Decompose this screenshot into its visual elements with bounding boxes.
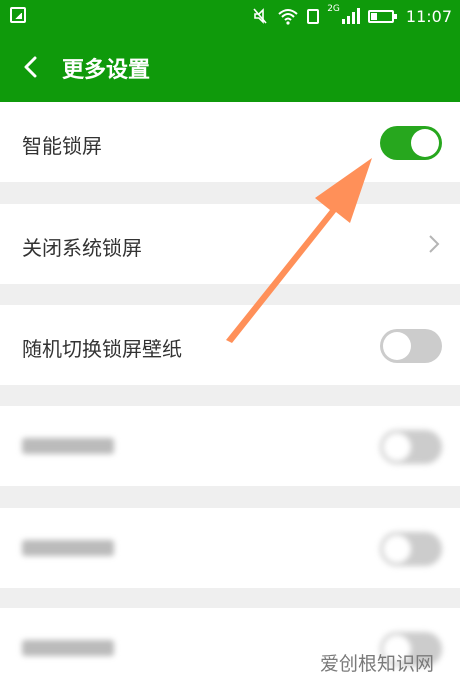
setting-label: 随机切换锁屏壁纸: [22, 337, 182, 361]
setting-row-close-system-lock[interactable]: 关闭系统锁屏: [0, 204, 460, 284]
app-bar: 更多设置: [0, 32, 460, 102]
blurred-label: [22, 640, 114, 656]
blurred-toggle[interactable]: [380, 532, 442, 566]
setting-row-random-wallpaper[interactable]: 随机切换锁屏壁纸: [0, 305, 460, 385]
status-time: 11:07: [405, 6, 452, 26]
setting-label: 智能锁屏: [22, 134, 102, 158]
battery-icon: [367, 9, 397, 23]
sim-icon: [307, 8, 320, 24]
status-bar: 2G 11:07: [0, 0, 460, 32]
mute-icon: [253, 8, 267, 24]
chevron-right-icon: [429, 235, 440, 253]
setting-label: 关闭系统锁屏: [22, 236, 142, 260]
chevron-left-icon[interactable]: [22, 56, 40, 78]
setting-row-blurred-1[interactable]: [0, 406, 460, 486]
network-type-label: 2G: [327, 4, 340, 14]
image-icon: [10, 7, 26, 23]
watermark: 爱创根知识网: [319, 653, 434, 675]
setting-row-smart-lock[interactable]: 智能锁屏: [0, 102, 460, 182]
blurred-label: [22, 540, 114, 556]
setting-row-blurred-2[interactable]: [0, 508, 460, 588]
page-title: 更多设置: [62, 58, 151, 83]
status-icons: 2G 11:07: [251, 4, 452, 27]
wifi-icon: [278, 9, 298, 25]
blurred-label: [22, 438, 114, 454]
smart-lock-toggle[interactable]: [380, 126, 442, 160]
random-wallpaper-toggle[interactable]: [380, 329, 442, 363]
blurred-toggle[interactable]: [380, 430, 442, 464]
signal-icon: [341, 8, 360, 24]
